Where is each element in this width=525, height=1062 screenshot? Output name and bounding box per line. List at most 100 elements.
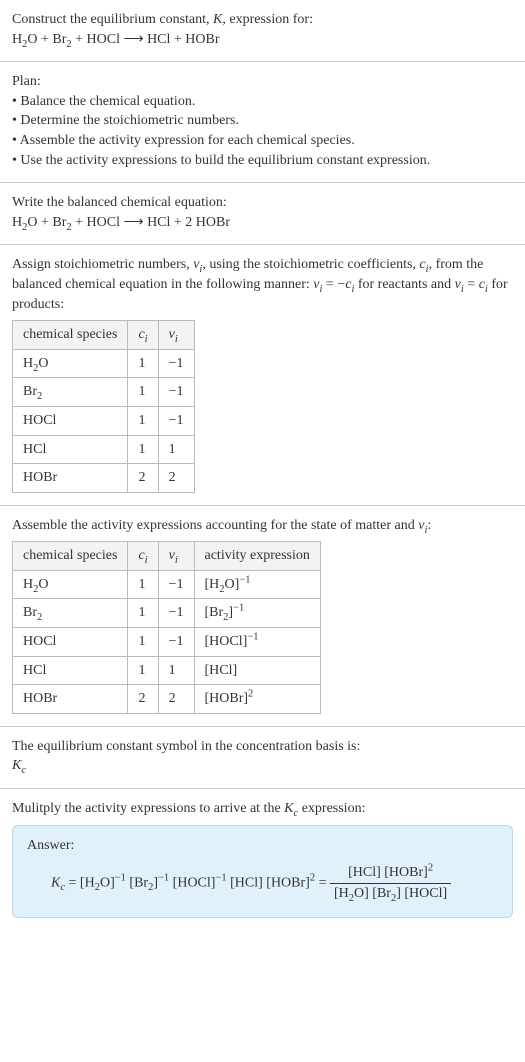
ci-cell: 1: [128, 378, 158, 407]
nui-cell: 1: [158, 435, 194, 464]
act: [H: [205, 577, 220, 592]
species: H: [23, 577, 33, 592]
kc-symbol: Kc: [12, 756, 513, 776]
kc-expression: Kc = [H2O]−1 [Br2]−1 [HOCl]−1 [HCl] [HOB…: [27, 863, 498, 903]
eq-part: + HOCl: [72, 32, 120, 47]
text: Mulitply the activity expressions to arr…: [12, 801, 284, 816]
superscript: −1: [115, 873, 126, 884]
species-cell: H2O: [13, 570, 128, 599]
superscript: 2: [428, 863, 433, 874]
table-row: HOBr 2 2: [13, 464, 195, 493]
arrow: ⟶: [120, 32, 147, 47]
species-cell: Br2: [13, 599, 128, 628]
section-stoich: Assign stoichiometric numbers, νi , using…: [0, 244, 525, 504]
balanced-heading: Write the balanced chemical equation:: [12, 193, 513, 213]
species-cell: HOCl: [13, 406, 128, 435]
nui-cell: −1: [158, 378, 194, 407]
text: Assign stoichiometric numbers,: [12, 257, 193, 272]
species: HCl: [23, 442, 46, 457]
term: [HCl] [HOBr]: [227, 876, 310, 891]
stoich-heading: Assign stoichiometric numbers, νi, using…: [12, 255, 513, 314]
superscript: 2: [248, 689, 253, 700]
nui-cell: −1: [158, 628, 194, 657]
act: [HOBr]: [205, 691, 249, 706]
text: , using the stoichiometric coefficients,: [202, 257, 419, 272]
species-cell: HOBr: [13, 685, 128, 714]
text: =: [464, 277, 479, 292]
unbalanced-equation: H2O + Br2 + HOCl ⟶ HCl + HOBr: [12, 30, 513, 50]
nui-cell: 2: [158, 464, 194, 493]
eq-part: HCl + HOBr: [147, 32, 219, 47]
subscript-c: c: [21, 765, 26, 776]
k-symbol: K: [284, 801, 293, 816]
page: Construct the equilibrium constant, K , e…: [0, 0, 525, 930]
activity-table: chemical species ci νi activity expressi…: [12, 541, 321, 714]
ci-cell: 1: [128, 570, 158, 599]
ci-cell: 1: [128, 656, 158, 685]
basis-line1: The equilibrium constant symbol in the c…: [12, 737, 513, 757]
section-multiply: Mulitply the activity expressions to arr…: [0, 788, 525, 930]
term: O]: [100, 876, 115, 891]
answer-label: Answer:: [27, 836, 498, 856]
species-cell: Br2: [13, 378, 128, 407]
species: HOCl: [23, 634, 56, 649]
eq-part: O + Br: [27, 215, 66, 230]
term: [HCl] [HOBr]: [348, 865, 428, 880]
ci-cell: 1: [128, 628, 158, 657]
col-ci: ci: [128, 542, 158, 571]
activity-cell: [HOBr]2: [194, 685, 320, 714]
superscript: −1: [239, 574, 250, 585]
col-nui: νi: [158, 321, 194, 350]
ci-cell: 1: [128, 599, 158, 628]
table-row: H2O 1 −1: [13, 349, 195, 378]
eq-part: O + Br: [27, 32, 66, 47]
species: HOBr: [23, 691, 57, 706]
species-cell: H2O: [13, 349, 128, 378]
table-row: HOCl 1 −1 [HOCl]−1: [13, 628, 321, 657]
subscript: 2: [37, 391, 42, 402]
species: H: [23, 356, 33, 371]
activity-cell: [Br2]−1: [194, 599, 320, 628]
arrow: ⟶: [120, 215, 147, 230]
term: [H: [80, 876, 95, 891]
activity-cell: [HCl]: [194, 656, 320, 685]
section-basis: The equilibrium constant symbol in the c…: [0, 726, 525, 788]
construct-title: Construct the equilibrium constant, K, e…: [12, 10, 513, 30]
term: ] [HOCl]: [396, 886, 447, 901]
subscript-i: i: [145, 555, 148, 566]
table-row: H2O 1 −1 [H2O]−1: [13, 570, 321, 599]
nui-cell: −1: [158, 406, 194, 435]
term: O] [Br: [354, 886, 391, 901]
table-row: HCl 1 1 [HCl]: [13, 656, 321, 685]
act: [HOCl]: [205, 634, 248, 649]
species: Br: [23, 384, 37, 399]
section-activity: Assemble the activity expressions accoun…: [0, 505, 525, 726]
col-nui: νi: [158, 542, 194, 571]
text: Construct the equilibrium constant,: [12, 12, 213, 27]
text: :: [427, 518, 431, 533]
superscript: −1: [158, 873, 169, 884]
superscript: −1: [247, 631, 258, 642]
table-row: HOCl 1 −1: [13, 406, 195, 435]
k-symbol: K: [12, 758, 21, 773]
plan-bullet: • Assemble the activity expression for e…: [12, 131, 513, 151]
table-row: HCl 1 1: [13, 435, 195, 464]
nui-cell: −1: [158, 349, 194, 378]
act: [HCl]: [205, 663, 238, 678]
text: for reactants and: [354, 277, 454, 292]
ci-cell: 1: [128, 435, 158, 464]
subscript: 2: [37, 612, 42, 623]
species-cell: HOBr: [13, 464, 128, 493]
table-header-row: chemical species ci νi: [13, 321, 195, 350]
text: expression:: [298, 801, 365, 816]
species: HCl: [23, 663, 46, 678]
ci-cell: 1: [128, 349, 158, 378]
act: O]: [225, 577, 240, 592]
eq-part: H: [12, 215, 22, 230]
text: , expression for:: [222, 12, 313, 27]
section-plan: Plan: • Balance the chemical equation. •…: [0, 61, 525, 182]
plan-heading: Plan:: [12, 72, 513, 92]
col-species: chemical species: [13, 321, 128, 350]
eq-part: HCl + 2 HOBr: [147, 215, 230, 230]
nui-cell: 1: [158, 656, 194, 685]
